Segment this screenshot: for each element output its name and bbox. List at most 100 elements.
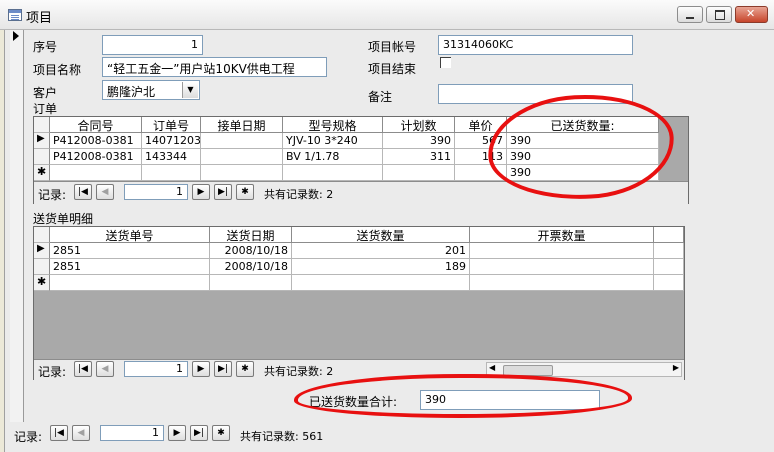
next-record-button[interactable]: ▶ xyxy=(168,425,186,441)
main-record-count: 共有记录数: 561 xyxy=(240,430,324,443)
delivery-col-date[interactable]: 送货日期 xyxy=(210,227,292,243)
finished-checkbox[interactable] xyxy=(440,57,451,68)
project-name-label: 项目名称 xyxy=(33,63,82,77)
next-record-button[interactable]: ▶ xyxy=(192,361,210,377)
table-cell[interactable]: 311 xyxy=(383,149,455,165)
customer-select[interactable]: 鹏隆沪北 ▼ xyxy=(102,80,200,100)
table-cell[interactable]: YJV-10 3*240 xyxy=(283,133,383,149)
last-record-button[interactable]: ▶| xyxy=(214,184,232,200)
table-cell[interactable]: P412008-0381 xyxy=(50,149,142,165)
main-current-record-field[interactable]: 1 xyxy=(100,425,164,441)
prev-record-button[interactable]: ◀ xyxy=(96,184,114,200)
table-cell[interactable] xyxy=(201,133,283,149)
table-cell[interactable] xyxy=(470,275,654,291)
new-record-icon: ✱ xyxy=(37,165,47,178)
orders-col-spec[interactable]: 型号规格 xyxy=(283,117,383,133)
current-record-arrow-icon xyxy=(13,31,19,41)
orders-col-date[interactable]: 接单日期 xyxy=(201,117,283,133)
main-nav-label: 记录: xyxy=(14,430,43,444)
orders-col-contract[interactable]: 合同号 xyxy=(50,117,142,133)
new-row-selector[interactable]: ✱ xyxy=(34,275,50,291)
form-window-icon xyxy=(8,9,22,21)
scroll-left-icon[interactable]: ◀ xyxy=(489,363,495,372)
table-cell[interactable]: 2851 xyxy=(50,259,210,275)
customer-label: 客户 xyxy=(33,86,58,100)
delivery-col-no[interactable]: 送货单号 xyxy=(50,227,210,243)
orders-header-selector xyxy=(34,117,50,133)
delivery-col-invoiced[interactable]: 开票数量 xyxy=(470,227,654,243)
seq-label: 序号 xyxy=(33,40,58,54)
first-record-button[interactable]: |◀ xyxy=(74,361,92,377)
delivery-col-qty[interactable]: 送货数量 xyxy=(292,227,470,243)
delivery-current-record-field[interactable]: 1 xyxy=(124,361,188,377)
scroll-right-icon[interactable]: ▶ xyxy=(673,363,679,372)
table-cell[interactable]: 201 xyxy=(292,243,470,259)
table-cell[interactable]: 143344 xyxy=(142,149,201,165)
table-cell[interactable]: BV 1/1.78 xyxy=(283,149,383,165)
table-cell[interactable]: 2851 xyxy=(50,243,210,259)
row-selector[interactable] xyxy=(34,259,50,275)
table-cell[interactable] xyxy=(470,259,654,275)
close-button[interactable] xyxy=(735,6,768,23)
table-cell[interactable]: P412008-0381 xyxy=(50,133,142,149)
delivery-record-count: 共有记录数: 2 xyxy=(264,365,334,378)
new-record-icon: ✱ xyxy=(37,275,47,288)
table-cell[interactable] xyxy=(210,275,292,291)
seq-field[interactable]: 1 xyxy=(102,35,203,55)
table-cell[interactable]: 140712030 xyxy=(142,133,201,149)
next-record-button[interactable]: ▶ xyxy=(192,184,210,200)
table-cell[interactable]: 2008/10/18 xyxy=(210,259,292,275)
orders-col-order-no[interactable]: 订单号 xyxy=(142,117,201,133)
record-selector[interactable] xyxy=(10,30,24,422)
delivery-section-label: 送货单明细 xyxy=(33,212,94,226)
new-record-button[interactable]: ✱ xyxy=(236,361,254,377)
main-navigation-bar: 记录: |◀ ◀ 1 ▶ ▶| ✱ 共有记录数: 561 xyxy=(14,424,354,446)
table-cell[interactable] xyxy=(292,275,470,291)
table-cell[interactable] xyxy=(654,243,684,259)
delivery-header-selector xyxy=(34,227,50,243)
table-cell[interactable] xyxy=(283,165,383,181)
orders-section-label: 订单 xyxy=(33,102,58,116)
last-record-button[interactable]: ▶| xyxy=(190,425,208,441)
delivery-nav-label: 记录: xyxy=(38,365,67,379)
table-cell[interactable]: 2008/10/18 xyxy=(210,243,292,259)
first-record-button[interactable]: |◀ xyxy=(50,425,68,441)
table-cell[interactable] xyxy=(654,275,684,291)
table-cell[interactable] xyxy=(201,165,283,181)
first-record-button[interactable]: |◀ xyxy=(74,184,92,200)
note-label: 备注 xyxy=(368,90,393,104)
table-cell[interactable] xyxy=(383,165,455,181)
prev-record-button[interactable]: ◀ xyxy=(96,361,114,377)
account-field[interactable]: 31314060KC xyxy=(438,35,633,55)
orders-current-record-field[interactable]: 1 xyxy=(124,184,188,200)
annotation-circle-total xyxy=(294,374,632,418)
table-cell[interactable] xyxy=(50,165,142,181)
new-record-button[interactable]: ✱ xyxy=(236,184,254,200)
table-cell[interactable] xyxy=(470,243,654,259)
row-selector[interactable]: ▶ xyxy=(34,243,50,259)
new-row-selector[interactable]: ✱ xyxy=(34,165,50,181)
window-title: 项目 xyxy=(26,11,53,26)
table-cell[interactable] xyxy=(654,259,684,275)
orders-record-count: 共有记录数: 2 xyxy=(264,188,334,201)
minimize-button[interactable] xyxy=(677,6,703,23)
last-record-button[interactable]: ▶| xyxy=(214,361,232,377)
title-bar: 项目 xyxy=(0,0,774,30)
row-selector[interactable] xyxy=(34,149,50,165)
chevron-down-icon[interactable]: ▼ xyxy=(182,82,198,98)
table-cell[interactable] xyxy=(50,275,210,291)
orders-col-plan[interactable]: 计划数 xyxy=(383,117,455,133)
table-cell[interactable] xyxy=(201,149,283,165)
row-selector[interactable]: ▶ xyxy=(34,133,50,149)
delivery-col-extra xyxy=(654,227,684,243)
current-row-arrow-icon: ▶ xyxy=(37,243,45,254)
customer-value: 鹏隆沪北 xyxy=(107,85,156,99)
project-name-field[interactable]: “轻工五金一”用户站10KV供电工程 xyxy=(102,57,327,77)
table-cell[interactable]: 189 xyxy=(292,259,470,275)
table-cell[interactable]: 390 xyxy=(383,133,455,149)
maximize-button[interactable] xyxy=(706,6,732,23)
prev-record-button[interactable]: ◀ xyxy=(72,425,90,441)
account-label: 项目帐号 xyxy=(368,40,417,54)
table-cell[interactable] xyxy=(142,165,201,181)
new-record-button[interactable]: ✱ xyxy=(212,425,230,441)
